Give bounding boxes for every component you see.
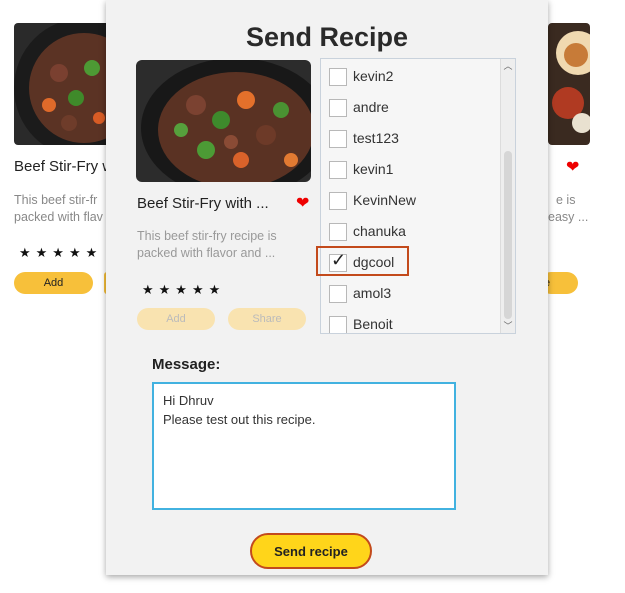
user-row-kevinnew[interactable]: KevinNew xyxy=(321,186,499,217)
user-row-kevin2[interactable]: kevin2 xyxy=(321,62,499,93)
user-name: andre xyxy=(353,99,389,115)
user-checkbox[interactable] xyxy=(329,130,347,148)
user-checkbox[interactable] xyxy=(329,192,347,210)
user-row-chanuka[interactable]: chanuka xyxy=(321,217,499,248)
message-input[interactable]: Hi Dhruv Please test out this recipe. xyxy=(152,382,456,510)
user-name: kevin1 xyxy=(353,161,394,177)
add-button[interactable]: Add xyxy=(14,272,93,294)
user-row-benoit[interactable]: Benoit xyxy=(321,310,499,333)
rating-stars: ★★★★★ xyxy=(19,245,103,260)
message-label: Message: xyxy=(152,356,221,373)
user-checkbox[interactable] xyxy=(329,99,347,117)
recipe-desc-line2: packed with flav xyxy=(14,210,103,224)
recipe-image xyxy=(136,60,311,182)
recipe-title: Beef Stir-Fry w xyxy=(14,158,114,175)
user-name: amol3 xyxy=(353,285,392,301)
selected-user-highlight xyxy=(316,246,409,276)
send-recipe-dialog: Send Recipe Beef Stir-Fry with ... ❤ Thi… xyxy=(106,0,548,575)
user-name: test123 xyxy=(353,130,399,146)
user-checkbox[interactable] xyxy=(329,316,347,333)
user-name: KevinNew xyxy=(353,192,417,208)
background-recipe-card-left: Beef Stir-Fry w This beef stir-fr packed… xyxy=(0,0,114,320)
recipe-desc-line2: easy ... xyxy=(548,210,589,224)
user-row-kevin1[interactable]: kevin1 xyxy=(321,155,499,186)
user-checkbox[interactable] xyxy=(329,161,347,179)
send-recipe-button[interactable]: Send recipe xyxy=(250,533,372,569)
user-name: kevin2 xyxy=(353,68,394,84)
user-row-andre[interactable]: andre xyxy=(321,93,499,124)
user-row-amol3[interactable]: amol3 xyxy=(321,279,499,310)
recipe-description: This beef stir-fry recipe is packed with… xyxy=(137,229,277,260)
scrollbar-thumb[interactable] xyxy=(504,151,512,319)
favorite-heart-icon[interactable]: ❤ xyxy=(296,193,309,213)
user-name: chanuka xyxy=(353,223,406,239)
user-name: Benoit xyxy=(353,316,393,332)
recipe-image xyxy=(548,23,590,145)
user-checkbox[interactable] xyxy=(329,68,347,86)
favorite-heart-icon[interactable]: ❤ xyxy=(566,157,579,177)
user-list-scrollbar[interactable]: ︿ ﹀ xyxy=(500,59,515,333)
background-recipe-card-right: ❤ e is easy ... e xyxy=(540,0,625,320)
user-checkbox[interactable] xyxy=(329,285,347,303)
share-button[interactable]: Share xyxy=(228,308,306,330)
recipe-desc-line1: This beef stir-fr xyxy=(14,193,98,207)
recipe-title: Beef Stir-Fry with ... xyxy=(137,195,269,212)
user-row-test123[interactable]: test123 xyxy=(321,124,499,155)
user-select-list[interactable]: kevin2 andre test123 kevin1 KevinNew cha… xyxy=(320,58,516,334)
scroll-up-icon[interactable]: ︿ xyxy=(501,60,515,72)
recipe-desc-line1: e is xyxy=(556,193,576,207)
scroll-down-icon[interactable]: ﹀ xyxy=(501,320,515,332)
user-checkbox[interactable] xyxy=(329,223,347,241)
rating-stars: ★★★★★ xyxy=(142,282,226,297)
dialog-title: Send Recipe xyxy=(245,22,409,52)
recipe-image xyxy=(14,23,110,145)
add-button[interactable]: Add xyxy=(137,308,215,330)
